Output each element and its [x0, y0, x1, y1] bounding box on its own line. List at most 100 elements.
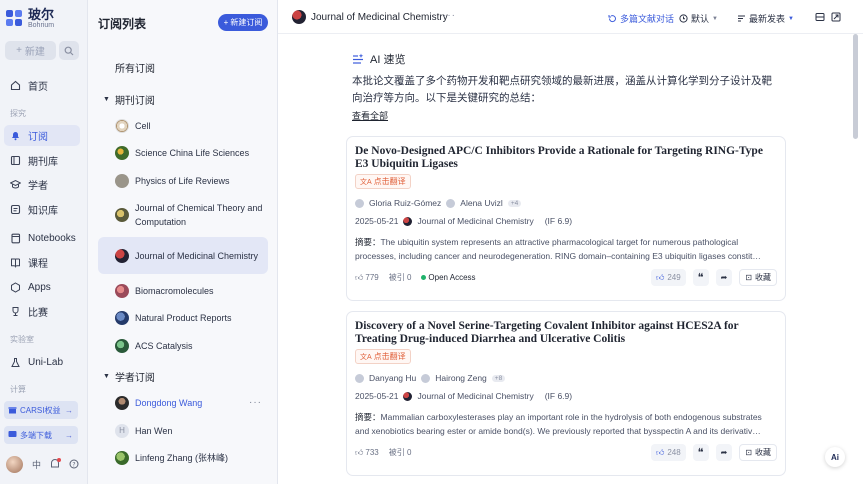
like-button[interactable]: 👍︎ 248 — [650, 444, 686, 461]
sub-item-biomacromolecules[interactable]: Biomacromolecules — [98, 282, 268, 300]
quote-icon: ❝ — [697, 447, 704, 459]
save-button[interactable]: ⊡ 收藏 — [739, 444, 777, 461]
view-count: 👍︎ 733 — [355, 447, 379, 458]
caret-down-icon: ▼ — [103, 96, 110, 103]
bell-icon — [10, 130, 21, 141]
promo-label: CARSI权益 — [20, 405, 61, 415]
sub-item-science-china[interactable]: Science China Life Sciences — [98, 144, 268, 162]
download-promo[interactable]: 多端下载 → — [4, 426, 78, 444]
scholar-item-han-wen[interactable]: H Han Wen — [98, 422, 268, 440]
gift-icon — [8, 405, 17, 416]
author-name[interactable]: Hairong Zeng — [435, 373, 487, 383]
list-view-toggle[interactable] — [815, 12, 825, 22]
scholar-item-linfeng-zhang[interactable]: Linfeng Zhang (张林峰) — [98, 449, 268, 467]
translate-button[interactable]: 文A 点击翻译 — [355, 174, 411, 189]
translate-label: 点击翻译 — [373, 177, 406, 186]
arrow-right-icon: → — [65, 430, 73, 440]
new-button[interactable]: + 新建 — [5, 41, 56, 60]
scholar-avatar — [115, 396, 129, 410]
translate-button[interactable]: 文A 点击翻译 — [355, 349, 411, 364]
quote-icon: ❝ — [697, 272, 704, 284]
share-arrow-icon: ➦ — [720, 448, 728, 457]
paper-meta: 2025-05-21 Journal of Medicinal Chemistr… — [355, 216, 777, 226]
subscription-list-title: 订阅列表 — [98, 17, 147, 31]
save-button[interactable]: ⊡ 收藏 — [739, 269, 777, 286]
help-icon[interactable]: ? — [69, 459, 79, 471]
like-button[interactable]: 👍︎ 249 — [650, 269, 686, 286]
new-subscription-button[interactable]: + 新建订阅 — [218, 14, 268, 31]
main-scrollbar[interactable] — [853, 34, 858, 139]
impact-factor: (IF 6.9) — [544, 391, 573, 401]
rail-item-subscribe[interactable]: 订阅 — [4, 125, 80, 146]
rail-item-journals[interactable]: 期刊库 — [4, 150, 80, 171]
author-name[interactable]: Alena Uvizl — [460, 198, 503, 208]
multi-doc-chat-button[interactable]: 多篇文献对话 — [608, 12, 674, 25]
cite-button[interactable]: ❝ — [692, 269, 709, 286]
rail-item-knowledge[interactable]: 知识库 — [4, 199, 80, 220]
paper-journal[interactable]: Journal of Medicinal Chemistry — [417, 216, 533, 226]
home-icon — [10, 80, 21, 91]
jmc-logo-icon — [403, 216, 413, 226]
scholar-item-dongdong-wang[interactable]: Dongdong Wang ··· — [98, 394, 268, 412]
sub-item-natural-product[interactable]: Natural Product Reports — [98, 309, 268, 327]
rail-item-label: 首页 — [28, 82, 48, 93]
paper-title[interactable]: De Novo-Designed APC/C Inhibitors Provid… — [355, 145, 777, 171]
chevron-down-icon: ▼ — [712, 15, 718, 22]
author-name[interactable]: Danyang Hu — [369, 373, 416, 383]
carsi-promo[interactable]: CARSI权益 → — [4, 401, 78, 419]
more-options-icon[interactable]: ··· — [249, 396, 262, 410]
author-name[interactable]: Gloria Ruiz-Gómez — [369, 198, 441, 208]
paper-journal[interactable]: Journal of Medicinal Chemistry — [417, 391, 533, 401]
apps-icon — [10, 282, 21, 293]
more-options-icon[interactable]: ··· — [443, 10, 456, 21]
rail-item-label: Uni-Lab — [28, 357, 64, 368]
rail-item-apps[interactable]: Apps — [4, 277, 80, 298]
default-filter-dropdown[interactable]: 默认 ▼ — [679, 12, 718, 25]
sub-item-jctc[interactable]: Journal of Chemical Theory and Computati… — [98, 200, 268, 230]
more-authors-badge[interactable]: +8 — [491, 374, 506, 382]
language-switch[interactable]: 中 — [32, 458, 41, 471]
cell-journal-icon — [115, 119, 129, 133]
scholar-subscriptions-group[interactable]: ▼ 学者订阅 — [103, 369, 155, 384]
sub-item-label: Journal of Chemical Theory and Computati… — [135, 203, 263, 227]
paper-card[interactable]: De Novo-Designed APC/C Inhibitors Provid… — [346, 136, 786, 301]
open-access-dot-icon — [421, 275, 427, 280]
app-logo[interactable]: 玻尔 Bohrium — [6, 8, 54, 29]
cite-button[interactable]: ❝ — [692, 444, 709, 461]
paper-title[interactable]: Discovery of a Novel Serine-Targeting Co… — [355, 320, 777, 346]
expand-view-toggle[interactable] — [831, 12, 841, 22]
notification-icon[interactable] — [50, 457, 62, 471]
see-all-link[interactable]: 查看全部 — [352, 109, 388, 122]
all-subscriptions[interactable]: 所有订阅 — [115, 60, 155, 75]
share-button[interactable]: ➦ — [715, 444, 733, 461]
search-icon — [64, 46, 74, 55]
plus-icon: + — [16, 45, 22, 56]
translate-label: 点击翻译 — [373, 352, 406, 361]
rail-item-unilab[interactable]: Uni-Lab — [4, 352, 80, 373]
paper-card[interactable]: Discovery of a Novel Serine-Targeting Co… — [346, 311, 786, 476]
ai-sparkle-list-icon — [353, 53, 364, 64]
download-icon — [8, 430, 17, 441]
paper-meta: 2025-05-21 Journal of Medicinal Chemistr… — [355, 391, 777, 401]
rail-item-courses[interactable]: 课程 — [4, 252, 80, 273]
rail-item-contest[interactable]: 比赛 — [4, 301, 80, 322]
search-button[interactable] — [59, 41, 79, 60]
ai-assistant-button[interactable]: Ai — [825, 447, 845, 467]
rail-item-home[interactable]: 首页 — [4, 75, 80, 96]
sub-item-jmc[interactable]: Journal of Medicinal Chemistry — [98, 237, 268, 274]
share-button[interactable]: ➦ — [715, 269, 733, 286]
more-authors-badge[interactable]: +4 — [507, 199, 522, 207]
user-avatar[interactable] — [6, 456, 23, 473]
rail-item-scholars[interactable]: 学者 — [4, 174, 80, 195]
sub-item-cell[interactable]: Cell — [98, 117, 268, 135]
rail-item-notebooks[interactable]: Notebooks — [4, 228, 80, 249]
arrow-right-icon: → — [65, 405, 73, 415]
sub-item-physics-life[interactable]: Physics of Life Reviews — [98, 172, 268, 190]
bookmark-icon: ⊡ — [745, 273, 752, 282]
sub-item-label: Natural Product Reports — [135, 313, 232, 323]
default-filter-label: 默认 — [691, 14, 710, 24]
sub-item-acs-catalysis[interactable]: ACS Catalysis — [98, 337, 268, 355]
sort-dropdown[interactable]: 最新发表 ▼ — [737, 12, 794, 25]
journal-subscriptions-group[interactable]: ▼ 期刊订阅 — [103, 92, 155, 107]
ai-summary-header: AI 速览 — [352, 51, 405, 67]
